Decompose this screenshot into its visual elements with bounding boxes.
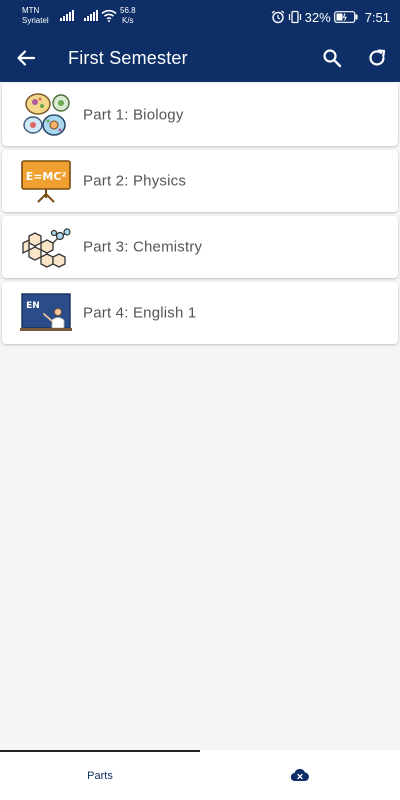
- svg-text:EN: EN: [26, 301, 40, 311]
- back-button[interactable]: [14, 46, 38, 70]
- carrier-names: MTN Syriatel: [22, 6, 49, 26]
- vibrate-icon: [288, 10, 301, 24]
- clock: 7:51: [364, 9, 390, 25]
- carrier-2: Syriatel: [22, 16, 49, 25]
- net-speed-unit: K/s: [122, 16, 134, 25]
- list-item-biology[interactable]: Part 1: Biology: [2, 84, 398, 146]
- refresh-icon: [369, 49, 386, 66]
- net-speed-value: 56.8: [120, 6, 136, 15]
- svg-text:E=MC²: E=MC²: [26, 170, 67, 183]
- status-right: 32% 7:51: [271, 8, 390, 26]
- wifi-icon: [101, 9, 117, 22]
- carrier-1: MTN: [22, 6, 40, 15]
- list-item-label: Part 1: Biology: [83, 106, 184, 124]
- status-bar: MTN Syriatel 56.8 K/s 32% 7:51: [0, 0, 400, 34]
- physics-board-icon: E=MC²: [21, 160, 71, 203]
- app-bar: First Semester: [0, 34, 400, 82]
- tab-cloud[interactable]: [200, 750, 400, 800]
- arrow-back-icon: [17, 50, 36, 66]
- alarm-icon: [271, 10, 285, 24]
- english-teacher-icon: EN: [20, 293, 72, 331]
- list-item-label: Part 3: Chemistry: [83, 238, 203, 256]
- chemistry-molecule-icon: [22, 228, 71, 268]
- signal-2-icon: [84, 10, 98, 21]
- list-item-physics[interactable]: E=MC² Part 2: Physics: [2, 150, 398, 212]
- net-speed: 56.8 K/s: [120, 6, 136, 26]
- tab-parts-label: Parts: [87, 770, 113, 782]
- list-item-label: Part 2: Physics: [83, 172, 187, 190]
- list-item-english[interactable]: EN Part 4: English 1: [2, 282, 398, 344]
- refresh-button[interactable]: [365, 46, 389, 70]
- signal-1-icon: [60, 10, 74, 21]
- search-icon: [323, 49, 342, 68]
- battery-icon: [333, 11, 358, 23]
- battery-percent: 32%: [304, 9, 331, 25]
- list-item-chemistry[interactable]: Part 3: Chemistry: [2, 216, 398, 278]
- biology-cells-icon: [23, 93, 70, 136]
- bottom-nav: Parts: [0, 750, 400, 800]
- search-button[interactable]: [320, 46, 344, 70]
- list-item-label: Part 4: English 1: [83, 304, 197, 322]
- page-title: First Semester: [68, 48, 188, 68]
- tab-parts[interactable]: Parts: [0, 750, 200, 800]
- cloud-off-icon: [290, 768, 309, 782]
